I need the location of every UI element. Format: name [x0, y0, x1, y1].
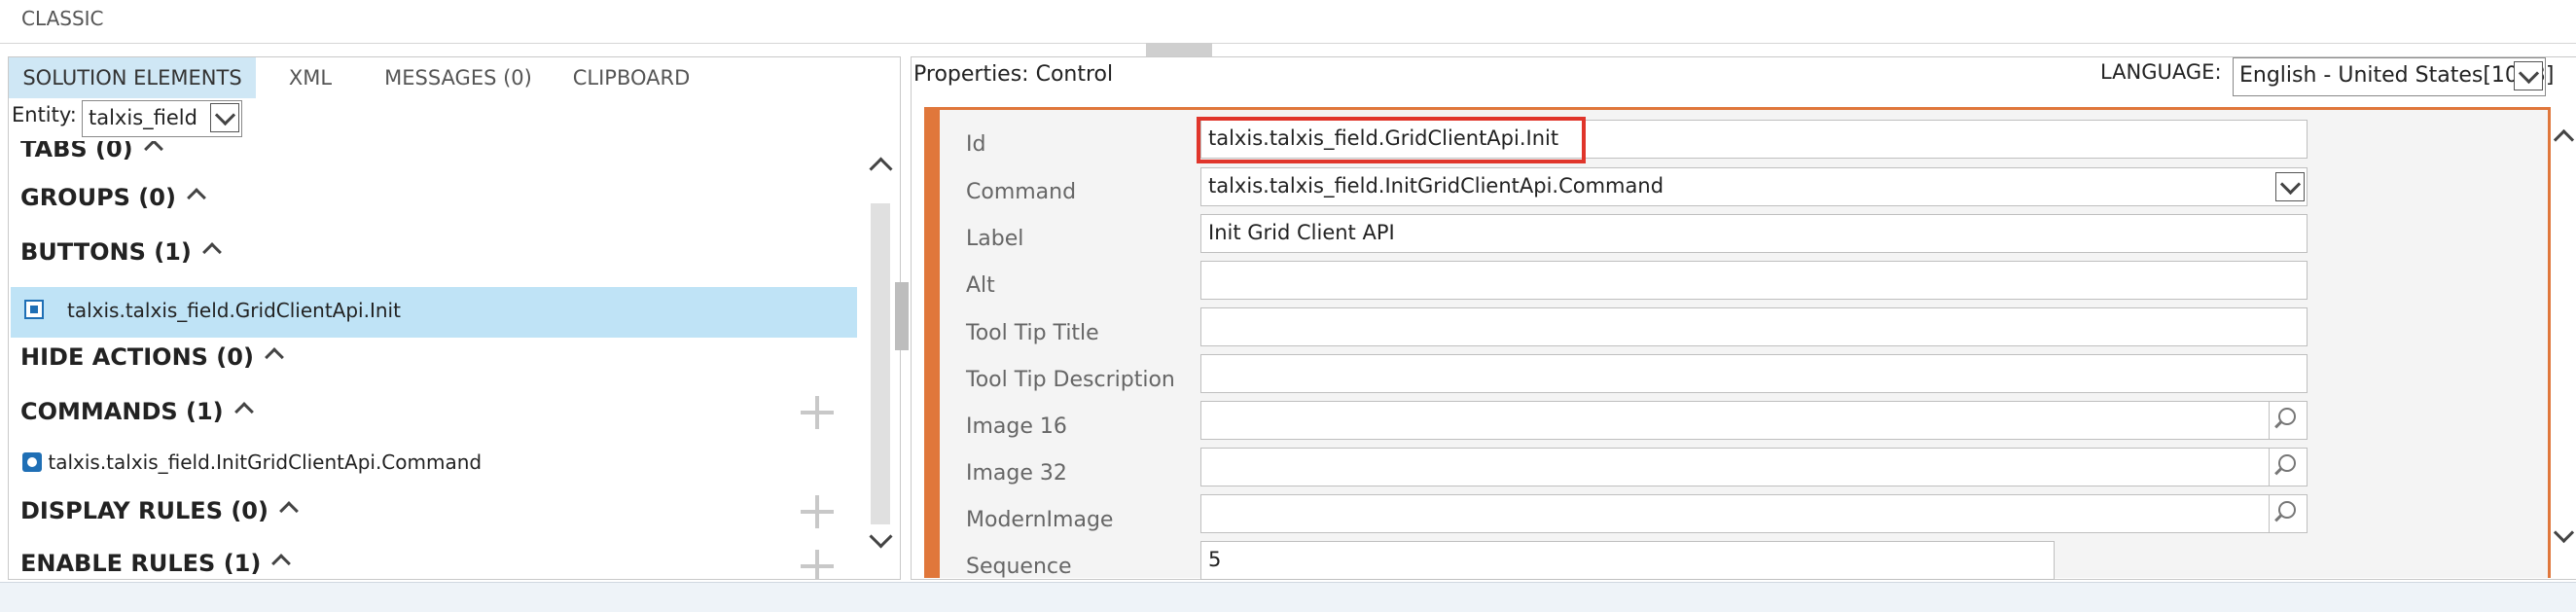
- prop-label-alt: Alt: [966, 273, 995, 298]
- tooltip-description-field[interactable]: [1200, 354, 2308, 393]
- right-scrollbar[interactable]: [2551, 107, 2576, 578]
- add-enable-rule-plus-icon[interactable]: [801, 550, 834, 579]
- chevron-up-icon[interactable]: [143, 141, 163, 159]
- section-groups-label: GROUPS (0): [20, 184, 176, 211]
- section-enable-rules[interactable]: ENABLE RULES (1): [20, 550, 292, 577]
- tab-messages[interactable]: MESSAGES (0): [361, 57, 555, 98]
- image16-browse-button[interactable]: [2269, 402, 2307, 439]
- tooltip-title-field[interactable]: [1200, 307, 2308, 346]
- section-commands-label: COMMANDS (1): [20, 398, 224, 425]
- entity-label: Entity:: [12, 103, 77, 126]
- frame-top-border: [924, 107, 2551, 110]
- chevron-down-icon: [214, 104, 236, 126]
- tab-solution-elements[interactable]: SOLUTION ELEMENTS: [9, 57, 256, 98]
- prop-label-image16: Image 16: [966, 414, 1067, 439]
- tab-clipboard[interactable]: CLIPBOARD: [544, 57, 719, 98]
- command-value: talxis.talxis_field.InitGridClientApi.Co…: [1208, 174, 1664, 198]
- chevron-down-icon: [2279, 173, 2302, 196]
- label-value: Init Grid Client API: [1208, 221, 1395, 244]
- vertical-splitter[interactable]: [895, 282, 909, 350]
- section-display-rules[interactable]: DISPLAY RULES (0): [20, 497, 299, 524]
- chevron-up-icon[interactable]: [187, 188, 206, 207]
- section-groups[interactable]: GROUPS (0): [20, 184, 206, 211]
- sequence-value: 5: [1208, 548, 1222, 571]
- frame-left-bar: [924, 107, 940, 578]
- prop-label-sequence: Sequence: [966, 555, 1072, 579]
- modernimage-browse-button[interactable]: [2269, 495, 2307, 532]
- prop-label-command: Command: [966, 180, 1077, 204]
- alt-field[interactable]: [1200, 261, 2308, 300]
- section-buttons-label: BUTTONS (1): [20, 238, 192, 266]
- add-command-plus-icon[interactable]: [801, 396, 834, 429]
- button-icon: [24, 300, 44, 319]
- prop-label-image32: Image 32: [966, 461, 1067, 486]
- chevron-down-icon: [2518, 62, 2540, 85]
- chevron-up-icon[interactable]: [265, 347, 284, 367]
- chevron-up-icon[interactable]: [233, 402, 254, 421]
- modernimage-field[interactable]: [1200, 494, 2308, 533]
- left-scrollbar[interactable]: [861, 141, 900, 579]
- elements-list: TABS (0) GROUPS (0) BUTTONS (1) talxis.t…: [9, 141, 884, 579]
- list-item-command[interactable]: talxis.talxis_field.InitGridClientApi.Co…: [22, 450, 482, 474]
- command-select[interactable]: talxis.talxis_field.InitGridClientApi.Co…: [1200, 167, 2308, 206]
- scroll-up-icon[interactable]: [2553, 128, 2575, 151]
- classic-header: CLASSIC: [0, 0, 2576, 44]
- tab-strip: SOLUTION ELEMENTS XML MESSAGES (0) CLIPB…: [9, 57, 900, 98]
- tab-xml[interactable]: XML: [269, 57, 351, 98]
- add-display-rule-plus-icon[interactable]: [801, 495, 834, 528]
- list-item-command-label: talxis.talxis_field.InitGridClientApi.Co…: [48, 450, 483, 474]
- section-tabs[interactable]: TABS (0): [20, 141, 163, 162]
- status-bar: [0, 582, 2576, 612]
- section-enable-rules-label: ENABLE RULES (1): [20, 550, 262, 577]
- image32-browse-button[interactable]: [2269, 449, 2307, 486]
- section-hide-actions-label: HIDE ACTIONS (0): [20, 343, 254, 371]
- prop-label-id: Id: [966, 132, 986, 157]
- section-display-rules-label: DISPLAY RULES (0): [20, 497, 268, 524]
- scrollbar-thumb[interactable]: [871, 203, 890, 524]
- entity-row: Entity: talxis_field: [9, 100, 900, 139]
- command-gear-icon: [22, 452, 42, 472]
- sequence-field[interactable]: 5: [1200, 541, 2055, 580]
- language-select[interactable]: English - United States[1033]: [2233, 57, 2555, 96]
- section-commands[interactable]: COMMANDS (1): [20, 398, 254, 425]
- chevron-up-icon[interactable]: [201, 242, 222, 262]
- classic-label[interactable]: CLASSIC: [21, 7, 104, 30]
- properties-title: Properties: Control: [913, 62, 1114, 87]
- search-icon: [2278, 454, 2296, 472]
- entity-select[interactable]: talxis_field: [82, 100, 242, 137]
- entity-value: talxis_field: [89, 106, 197, 129]
- highlight-box: [1197, 117, 1586, 163]
- prop-label-tooltip-description: Tool Tip Description: [966, 368, 1175, 392]
- prop-label-label: Label: [966, 227, 1024, 251]
- command-dropdown-button[interactable]: [2275, 172, 2305, 201]
- section-hide-actions[interactable]: HIDE ACTIONS (0): [20, 343, 284, 371]
- search-icon: [2278, 408, 2296, 425]
- search-icon: [2278, 501, 2296, 519]
- chevron-up-icon[interactable]: [279, 501, 299, 521]
- prop-label-modernimage: ModernImage: [966, 508, 1114, 532]
- list-item-button[interactable]: talxis.talxis_field.GridClientApi.Init: [11, 287, 857, 338]
- label-field[interactable]: Init Grid Client API: [1200, 214, 2308, 253]
- entity-dropdown-button[interactable]: [210, 103, 239, 132]
- chevron-up-icon[interactable]: [271, 554, 292, 573]
- solution-panel: SOLUTION ELEMENTS XML MESSAGES (0) CLIPB…: [8, 56, 901, 580]
- image16-field[interactable]: [1200, 401, 2308, 440]
- splitter-handle[interactable]: [1146, 43, 1212, 56]
- language-value: English - United States[1033]: [2239, 63, 2555, 88]
- section-tabs-label: TABS (0): [20, 141, 133, 162]
- language-dropdown-button[interactable]: [2514, 61, 2543, 90]
- scroll-down-icon[interactable]: [869, 524, 893, 549]
- scroll-up-icon[interactable]: [869, 157, 893, 181]
- section-buttons[interactable]: BUTTONS (1): [20, 238, 222, 266]
- scroll-down-icon[interactable]: [2553, 522, 2575, 544]
- image32-field[interactable]: [1200, 448, 2308, 486]
- prop-label-tooltip-title: Tool Tip Title: [966, 321, 1099, 345]
- list-item-button-label: talxis.talxis_field.GridClientApi.Init: [67, 299, 401, 322]
- language-label: LANGUAGE:: [2100, 60, 2222, 84]
